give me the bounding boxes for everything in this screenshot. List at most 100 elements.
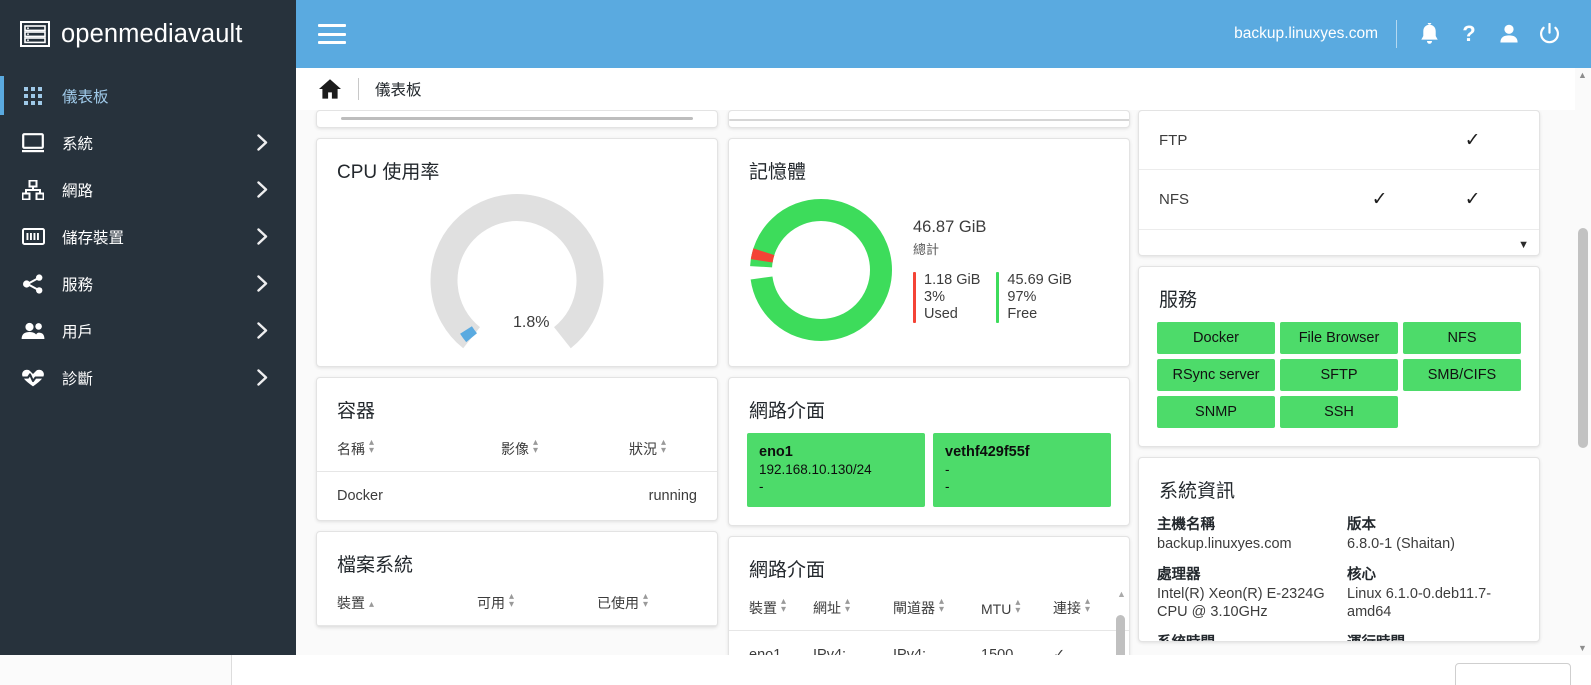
column-header-device[interactable]: 裝置 ▴ ▾ xyxy=(729,584,813,631)
sidebar: openmediavault 儀表板 系統 網路 儲存裝置 服務 用戶 診斷 xyxy=(0,0,296,655)
dashboard-content: CPU 使用率 1.8% 容器 名稱 ▴ ▾ 影像 ▴ ▾ 狀況 ▴ ▾ Doc… xyxy=(296,110,1561,655)
service-chip-file-browser[interactable]: File Browser xyxy=(1280,322,1398,354)
chevron-right-icon xyxy=(257,322,268,339)
card-scrollbar[interactable]: ▲ xyxy=(1116,589,1126,655)
sidebar-nav: 儀表板 系統 網路 儲存裝置 服務 用戶 診斷 xyxy=(0,72,296,401)
sort-icon: ▴ ▾ xyxy=(643,591,649,610)
sort-icon: ▴ ▾ xyxy=(781,596,787,615)
memory-used-percent: 3% xyxy=(924,288,945,305)
column-header-address[interactable]: 網址 ▴ ▾ xyxy=(813,584,893,631)
service-chip-smb-cifs[interactable]: SMB/CIFS xyxy=(1403,359,1521,391)
scrollbar-thumb[interactable] xyxy=(1578,228,1588,448)
column-header-used[interactable]: 已使用 ▴ ▾ xyxy=(597,579,717,626)
services-card: 服務 Docker File Browser NFS RSync server … xyxy=(1138,266,1540,447)
filesystems-card: 檔案系統 裝置 ▴ 可用 ▴ ▾ 已使用 ▴ ▾ xyxy=(316,531,718,627)
column-header-gateway[interactable]: 閘道器 ▴ ▾ xyxy=(893,584,981,631)
network-interfaces-table-card: 網路介面 裝置 ▴ ▾ 網址 ▴ ▾ 閘道器 ▴ ▾ MTU ▴ ▾ 連接 ▴ ▾ eno xyxy=(728,536,1130,655)
network-interfaces-tiles-card: 網路介面 eno1 192.168.10.130/24 - vethf429f5… xyxy=(728,377,1130,526)
service-chip-docker[interactable]: Docker xyxy=(1157,322,1275,354)
sidebar-item-dashboard[interactable]: 儀表板 xyxy=(0,72,296,119)
column-header-image[interactable]: 影像 ▴ ▾ xyxy=(501,425,629,472)
sidebar-item-storage[interactable]: 儲存裝置 xyxy=(0,213,296,260)
column-header-name[interactable]: 名稱 ▴ ▾ xyxy=(317,425,501,472)
system-info-grid: 主機名稱 backup.linuxyes.com 版本 6.8.0-1 (Sha… xyxy=(1139,505,1539,641)
breadcrumb: 儀表板 xyxy=(296,68,1591,110)
sort-icon: ▴ ▾ xyxy=(1085,596,1091,615)
memory-free-percent: 97% xyxy=(1007,288,1037,305)
browser-strip-left xyxy=(0,655,232,685)
cut-off-card-top-middle xyxy=(728,110,1130,128)
table-header-row: 名稱 ▴ ▾ 影像 ▴ ▾ 狀況 ▴ ▾ xyxy=(317,425,717,472)
page-scrollbar[interactable]: ▲ ▼ xyxy=(1575,68,1591,655)
table-row[interactable]: eno1 IPv4: IPv4: 1500 ✓ xyxy=(729,631,1129,655)
cell-container-name: Docker xyxy=(337,488,383,504)
system-info-field: 版本 6.8.0-1 (Shaitan) xyxy=(1347,513,1521,553)
users-icon xyxy=(20,318,46,344)
service-status-row[interactable]: FTP ✓ xyxy=(1139,111,1539,170)
network-interface-tile[interactable]: vethf429f55f - - xyxy=(933,433,1111,507)
sidebar-item-network[interactable]: 網路 xyxy=(0,166,296,213)
table-header-row: 裝置 ▴ ▾ 網址 ▴ ▾ 閘道器 ▴ ▾ MTU ▴ ▾ 連接 ▴ ▾ xyxy=(729,584,1129,631)
sidebar-item-system[interactable]: 系統 xyxy=(0,119,296,166)
dashboard-column-right: FTP ✓ NFS ✓ ✓ ▼ 服務 Docker File Browser N… xyxy=(1138,110,1540,652)
sidebar-item-label: 儲存裝置 xyxy=(62,229,125,247)
field-value: Intel(R) Xeon(R) E-2324G CPU @ 3.10GHz xyxy=(1157,586,1325,620)
column-header-mtu[interactable]: MTU ▴ ▾ xyxy=(981,584,1053,631)
hamburger-menu-icon[interactable] xyxy=(318,24,346,44)
service-status-rows: FTP ✓ NFS ✓ ✓ xyxy=(1139,111,1539,230)
scroll-down-arrow-icon[interactable]: ▼ xyxy=(1518,239,1529,251)
system-info-field: 運行時間 14 小時 xyxy=(1347,631,1521,641)
service-name: NFS xyxy=(1159,191,1189,208)
service-chip-rsync-server[interactable]: RSync server xyxy=(1157,359,1275,391)
sort-icon: ▴ ▾ xyxy=(533,437,539,456)
containers-card: 容器 名稱 ▴ ▾ 影像 ▴ ▾ 狀況 ▴ ▾ Docker running xyxy=(316,377,718,521)
service-chip-snmp[interactable]: SNMP xyxy=(1157,396,1275,428)
sort-icon: ▴ ▾ xyxy=(939,596,945,615)
topbar-actions: backup.linuxyes.com ? xyxy=(1234,14,1591,54)
help-question-icon[interactable]: ? xyxy=(1449,14,1489,54)
service-chip-ssh[interactable]: SSH xyxy=(1280,396,1398,428)
svg-text:?: ? xyxy=(1462,22,1475,46)
power-icon[interactable] xyxy=(1529,14,1569,54)
notifications-bell-icon[interactable] xyxy=(1409,14,1449,54)
home-icon[interactable] xyxy=(318,78,342,100)
field-label: 運行時間 xyxy=(1347,631,1521,641)
card-title: 網路介面 xyxy=(749,560,826,581)
column-header-device[interactable]: 裝置 ▴ xyxy=(317,579,477,626)
cell-container-image xyxy=(501,472,629,521)
memory-used-legend: 1.18 GiB 3% Used xyxy=(913,271,980,323)
service-chip-sftp[interactable]: SFTP xyxy=(1280,359,1398,391)
sidebar-item-services[interactable]: 服務 xyxy=(0,260,296,307)
sort-icon: ▴ ▾ xyxy=(509,591,515,610)
sidebar-item-label: 用戶 xyxy=(62,323,94,341)
nic-address: - xyxy=(945,462,950,477)
storage-drive-icon xyxy=(20,224,46,250)
service-running-check: ✓ xyxy=(1464,189,1481,210)
network-interfaces-table: 裝置 ▴ ▾ 網址 ▴ ▾ 閘道器 ▴ ▾ MTU ▴ ▾ 連接 ▴ ▾ eno1 IPv4: IP… xyxy=(729,584,1129,655)
scroll-up-arrow-icon[interactable]: ▲ xyxy=(1578,70,1587,80)
table-row[interactable]: Docker running xyxy=(317,472,717,521)
sidebar-item-label: 系統 xyxy=(62,135,94,153)
column-header-state[interactable]: 狀況 ▴ ▾ xyxy=(629,425,717,472)
sidebar-item-label: 診斷 xyxy=(62,370,94,388)
field-value: backup.linuxyes.com xyxy=(1157,536,1292,552)
cpu-usage-card: CPU 使用率 1.8% xyxy=(316,138,718,367)
monitor-icon xyxy=(20,130,46,156)
user-account-icon[interactable] xyxy=(1489,14,1529,54)
divider xyxy=(1396,20,1397,48)
brand-logo-area[interactable]: openmediavault xyxy=(0,0,296,68)
browser-tab-stub[interactable] xyxy=(1455,663,1571,685)
scroll-down-arrow-icon[interactable]: ▼ xyxy=(1578,643,1587,653)
chevron-right-icon xyxy=(257,134,268,151)
top-app-bar: backup.linuxyes.com ? xyxy=(296,0,1591,68)
column-header-available[interactable]: 可用 ▴ ▾ xyxy=(477,579,597,626)
sidebar-item-users[interactable]: 用戶 xyxy=(0,307,296,354)
scroll-up-arrow-icon[interactable]: ▲ xyxy=(1117,589,1126,599)
network-interface-tile[interactable]: eno1 192.168.10.130/24 - xyxy=(747,433,925,507)
scrollbar-thumb[interactable] xyxy=(1116,615,1125,655)
service-chip-nfs[interactable]: NFS xyxy=(1403,322,1521,354)
sidebar-item-diagnostics[interactable]: 診斷 xyxy=(0,354,296,401)
chevron-right-icon xyxy=(257,228,268,245)
service-status-row[interactable]: NFS ✓ ✓ xyxy=(1139,170,1539,230)
browser-strip-main xyxy=(233,655,1423,685)
